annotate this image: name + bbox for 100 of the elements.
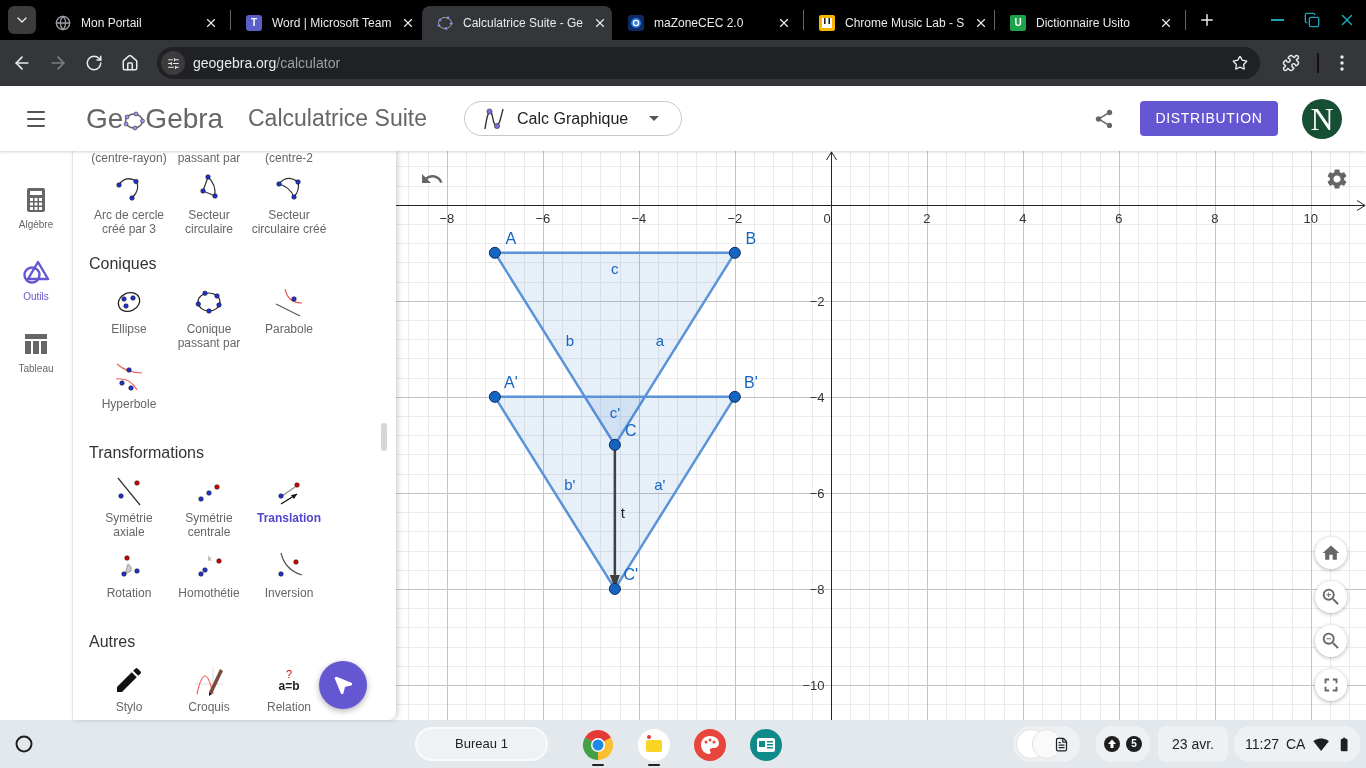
segment-label: c xyxy=(611,259,619,277)
cursor-icon xyxy=(332,674,354,696)
axis-tick-label: −2 xyxy=(727,210,743,226)
letter-tile-icon: T xyxy=(246,15,262,31)
palette-icon xyxy=(694,729,726,761)
tab-title: Chrome Music Lab - S xyxy=(845,15,965,32)
tool-button[interactable]: Rotation xyxy=(106,550,152,600)
notes-app-icon xyxy=(638,729,670,761)
plus-icon xyxy=(1198,11,1216,29)
axis-tick-label: −4 xyxy=(631,210,647,226)
section-heading: Coniques xyxy=(89,254,158,274)
address-field[interactable]: geogebra.org/calculator xyxy=(157,47,1260,79)
side-nav-tab[interactable]: Outils xyxy=(0,260,72,332)
tool-button[interactable]: Inversion xyxy=(264,550,314,600)
tool-button[interactable]: Hyperbole xyxy=(101,361,157,411)
logo-text: Ge xyxy=(86,102,124,135)
tool-button[interactable]: Parabole xyxy=(264,286,313,336)
axis-tick-label: −6 xyxy=(809,485,825,501)
point-label: A xyxy=(505,229,517,247)
bookmark-star-icon[interactable] xyxy=(1232,55,1248,71)
sketch-curve-icon xyxy=(193,664,225,696)
browser-tab[interactable]: Calculatrice Suite - Ge xyxy=(422,6,612,40)
close-icon[interactable] xyxy=(777,16,791,30)
point-label: A' xyxy=(504,373,518,391)
tool-button[interactable]: Croquis xyxy=(188,664,230,714)
avatar[interactable]: N xyxy=(1302,98,1342,139)
parabola-icon xyxy=(273,286,305,318)
tab-search-button[interactable] xyxy=(8,6,36,34)
axis-tick-label: 4 xyxy=(1019,210,1027,226)
running-indicator xyxy=(592,764,604,766)
scrollbar-thumb[interactable] xyxy=(381,423,387,451)
tool-label: (centre-rayon) xyxy=(91,151,167,165)
tool-label: (centre-2 xyxy=(265,151,313,165)
holding-space-tray[interactable] xyxy=(1013,726,1080,762)
side-nav-tab[interactable]: Algèbre xyxy=(0,188,72,260)
section-heading: Transformations xyxy=(89,443,205,463)
tool-button[interactable]: Secteur circulaire créé xyxy=(250,172,328,236)
axis-tick-label: −2 xyxy=(809,293,825,309)
axis-tick-label: 10 xyxy=(1303,210,1319,226)
tool-button[interactable]: Symétrie centrale xyxy=(170,475,248,539)
calculator-icon xyxy=(27,188,45,212)
zoom-out-button[interactable] xyxy=(1315,625,1347,657)
logo-ring-icon xyxy=(123,110,146,131)
home-icon xyxy=(121,54,139,72)
card-app-icon xyxy=(750,729,782,761)
axis-tick-label: −10 xyxy=(802,677,825,693)
tool-button[interactable]: ? a=b Relation xyxy=(267,664,311,714)
restore-icon xyxy=(1304,12,1320,28)
axis-tick-label: −8 xyxy=(809,581,825,597)
tool-button[interactable]: Secteur circulaire xyxy=(170,172,248,236)
axis-tick-label: 8 xyxy=(1211,210,1219,226)
settings-icon xyxy=(1325,167,1349,191)
tool-button[interactable]: Arc de cercle créé par 3 xyxy=(90,172,168,236)
file-icon xyxy=(1054,736,1069,752)
tool-button[interactable]: Conique passant par xyxy=(170,286,248,350)
letter-tile-icon: U xyxy=(1010,15,1026,31)
tab-title: Mon Portail xyxy=(81,15,143,32)
tool-button[interactable]: Ellipse xyxy=(111,286,147,336)
tab-title: maZoneCEC 2.0 xyxy=(654,15,745,32)
puzzle-icon xyxy=(1282,54,1300,72)
close-icon[interactable] xyxy=(1159,16,1173,30)
graph-curve-icon xyxy=(483,106,505,131)
date-tray[interactable]: 23 avr. xyxy=(1158,726,1228,762)
axis-tick-label: −4 xyxy=(809,389,825,405)
tab-title: Word | Microsoft Team xyxy=(272,15,392,32)
home-view-button[interactable] xyxy=(1315,537,1347,569)
hyperbola-icon xyxy=(113,361,145,393)
zoom-out-icon xyxy=(1320,630,1342,652)
axis-tick-label: 0 xyxy=(823,210,831,226)
zoom-in-icon xyxy=(1320,586,1342,608)
input-method-label: CA xyxy=(1286,734,1306,754)
tool-button[interactable]: Symétrie axiale xyxy=(90,475,168,539)
point-label: B' xyxy=(744,373,758,391)
target-icon xyxy=(628,15,644,31)
logo-text: Gebra xyxy=(145,102,224,135)
kebab-menu-icon xyxy=(1340,55,1344,71)
fullscreen-button[interactable] xyxy=(1315,669,1347,701)
clock-time: 11:27 xyxy=(1245,734,1279,754)
ring-icon xyxy=(15,735,33,753)
section-heading: Autres xyxy=(89,632,137,652)
status-tray[interactable]: 11:27 CA xyxy=(1234,726,1360,762)
relation-icon: ? a=b xyxy=(273,664,305,696)
tool-button[interactable]: Stylo xyxy=(113,664,145,714)
desk-button[interactable]: Bureau 1 xyxy=(415,727,548,761)
point-label: B xyxy=(745,229,757,247)
tool-button[interactable]: Translation xyxy=(257,475,321,525)
zoom-in-button[interactable] xyxy=(1315,581,1347,613)
close-icon[interactable] xyxy=(204,16,218,30)
reload-icon xyxy=(85,54,103,72)
axis-tick-label: 6 xyxy=(1115,210,1123,226)
globe-icon xyxy=(55,15,71,31)
site-info-button[interactable] xyxy=(161,51,185,75)
dotted-ring-icon xyxy=(437,15,453,31)
table-icon xyxy=(25,334,47,354)
upload-tray[interactable]: 5 xyxy=(1096,726,1150,762)
app-title: Calculatrice Suite xyxy=(248,104,428,134)
side-nav-tab[interactable]: Tableau xyxy=(0,332,72,404)
distribution-button[interactable]: DISTRIBUTION xyxy=(1140,101,1278,136)
segment-label: a xyxy=(655,331,665,349)
chrome-browser-icon xyxy=(582,729,614,761)
